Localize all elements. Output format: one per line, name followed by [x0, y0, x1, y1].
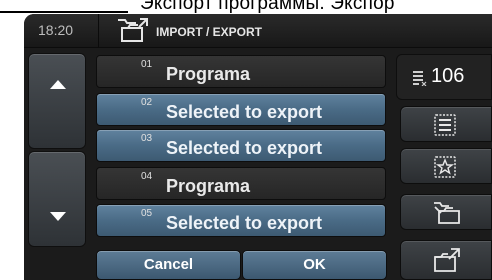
row-number: 01 — [141, 59, 153, 70]
program-count-box: 106 — [396, 54, 492, 100]
ok-button[interactable]: OK — [242, 250, 387, 280]
row-number: 04 — [141, 171, 153, 182]
row-label: Selected to export — [166, 138, 323, 158]
status-header: 18:20 IMPORT / EXPORT — [24, 14, 492, 48]
caption-text: Экспорт программы. Экспор — [140, 0, 395, 14]
scroll-up-button[interactable] — [28, 53, 86, 149]
program-row-01[interactable]: 01 Programa — [96, 55, 386, 88]
program-row-05[interactable]: 05 Selected to export — [96, 204, 386, 237]
row-label: Selected to export — [166, 102, 323, 122]
header-divider — [98, 14, 99, 48]
row-label: Programa — [166, 176, 251, 196]
select-all-icon — [434, 114, 456, 136]
row-number: 05 — [141, 208, 153, 219]
device-screen: 18:20 IMPORT / EXPORT 01 Programa 02 Sel… — [24, 14, 492, 280]
list-count-icon — [413, 71, 427, 86]
ok-label: OK — [303, 256, 326, 273]
page-title: IMPORT / EXPORT — [156, 25, 263, 39]
folder-import-icon — [434, 202, 460, 224]
program-row-03[interactable]: 03 Selected to export — [96, 129, 386, 162]
scroll-down-button[interactable] — [28, 151, 86, 247]
folder-export-icon — [434, 248, 460, 272]
program-row-02[interactable]: 02 Selected to export — [96, 93, 386, 126]
program-count: 106 — [431, 65, 465, 87]
favorite-button[interactable] — [400, 148, 492, 184]
import-button[interactable] — [400, 194, 492, 230]
arrow-down-icon — [50, 212, 66, 221]
row-label: Selected to export — [166, 213, 323, 233]
cancel-button[interactable]: Cancel — [96, 250, 241, 280]
cancel-label: Cancel — [143, 256, 194, 273]
row-label: Programa — [166, 64, 251, 84]
arrow-up-icon — [50, 80, 66, 89]
caption-rule — [0, 11, 128, 13]
program-row-04[interactable]: 04 Programa — [96, 167, 386, 200]
export-button[interactable] — [400, 240, 492, 280]
select-all-button[interactable] — [400, 106, 492, 142]
clock: 18:20 — [38, 22, 74, 38]
import-export-folder-icon — [118, 18, 148, 42]
row-number: 02 — [141, 97, 153, 108]
favorite-star-icon — [434, 156, 456, 178]
row-number: 03 — [141, 133, 153, 144]
